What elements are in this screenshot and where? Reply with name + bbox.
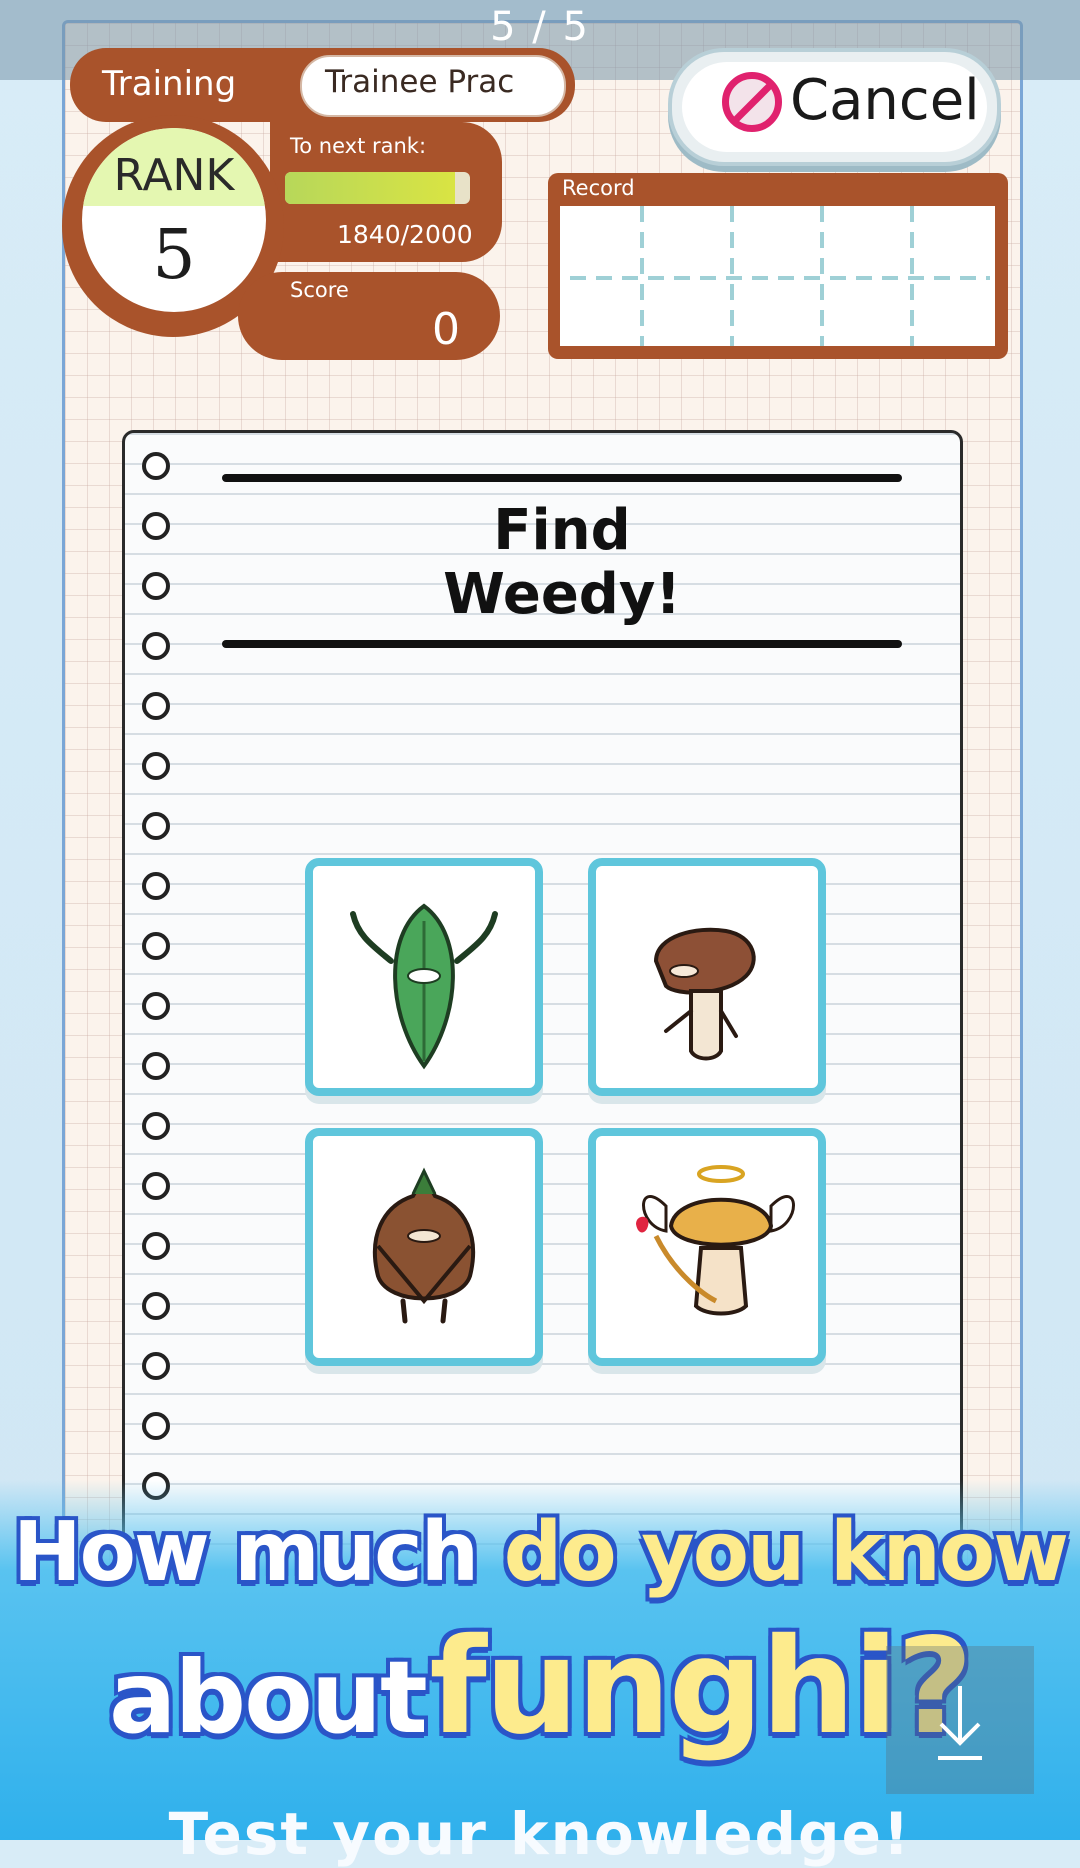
notebook-ring bbox=[142, 632, 170, 660]
headline-part-2: do you know bbox=[503, 1505, 1069, 1600]
record-grid-lines bbox=[570, 206, 990, 346]
cloaked-bulb-mushroom-icon bbox=[372, 1167, 476, 1324]
score-label: Score bbox=[290, 278, 349, 302]
answer-card-1[interactable] bbox=[305, 858, 543, 1096]
notebook-ring bbox=[142, 1112, 170, 1140]
weedy-leaf-mushroom-icon bbox=[350, 903, 498, 1070]
prompt-line-1: Find bbox=[493, 498, 631, 563]
answer-card-2[interactable] bbox=[588, 858, 826, 1096]
notebook-ring bbox=[142, 1172, 170, 1200]
download-button[interactable] bbox=[886, 1646, 1034, 1794]
xp-text: 1840/2000 bbox=[337, 220, 473, 249]
next-rank-label: To next rank: bbox=[290, 134, 427, 158]
answer-card-4[interactable] bbox=[588, 1128, 826, 1366]
score-value: 0 bbox=[432, 304, 460, 355]
headline-part-1: How much bbox=[13, 1505, 479, 1600]
notebook-ring bbox=[142, 932, 170, 960]
record-label: Record bbox=[562, 176, 635, 200]
rank-badge-inner: RANK 5 bbox=[82, 128, 266, 312]
promo-subline: Test your knowledge! bbox=[168, 1800, 912, 1868]
headline-part-3: about bbox=[109, 1639, 428, 1756]
notebook-ring bbox=[142, 1352, 170, 1380]
download-icon bbox=[938, 1686, 982, 1760]
score-panel bbox=[238, 272, 500, 360]
notebook-ring bbox=[142, 812, 170, 840]
notebook-ring bbox=[142, 752, 170, 780]
prompt-rule-top bbox=[222, 474, 902, 482]
record-grid bbox=[560, 206, 995, 346]
promo-headline-line-1: How much do you know bbox=[0, 1505, 1080, 1600]
notebook-ring bbox=[142, 1412, 170, 1440]
brown-cap-mushroom-icon bbox=[653, 927, 756, 1061]
answer-card-3[interactable] bbox=[305, 1128, 543, 1366]
xp-progress-bar bbox=[285, 172, 470, 204]
notebook-ring bbox=[142, 872, 170, 900]
screenshot-counter: 5 / 5 bbox=[490, 4, 590, 50]
notebook-ring bbox=[142, 512, 170, 540]
prompt-rule-bottom bbox=[222, 640, 902, 648]
notebook-ring bbox=[142, 1292, 170, 1320]
notebook-ring bbox=[142, 1052, 170, 1080]
notebook-ring bbox=[142, 572, 170, 600]
notebook-ring bbox=[142, 1232, 170, 1260]
notebook-ring bbox=[142, 692, 170, 720]
cancel-label[interactable]: Cancel bbox=[790, 68, 980, 133]
xp-progress-fill bbox=[285, 172, 456, 204]
prohibit-icon[interactable] bbox=[722, 72, 782, 132]
notebook-ring bbox=[142, 992, 170, 1020]
mode-label: Training bbox=[102, 64, 237, 104]
cupid-angel-mushroom-icon bbox=[636, 1165, 795, 1316]
prompt-line-2: Weedy! bbox=[443, 562, 681, 627]
mode-value: Trainee Prac bbox=[325, 64, 515, 100]
rank-label: RANK bbox=[113, 150, 235, 201]
notebook-ring bbox=[142, 452, 170, 480]
rank-value: 5 bbox=[152, 216, 196, 295]
